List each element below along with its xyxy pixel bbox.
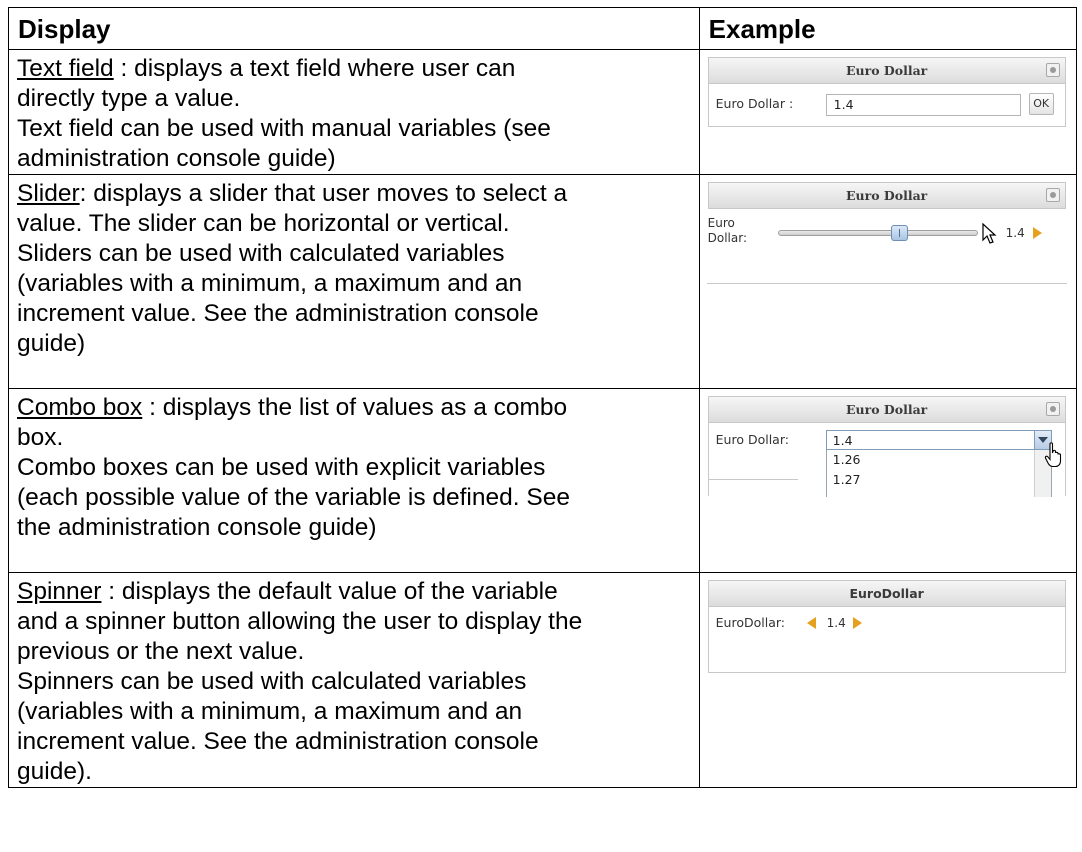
combo-box-selected-value: 1.4 [832,433,853,448]
slider-widget-title: Euro Dollar [846,188,928,203]
spinner-name: Spinner [17,578,102,605]
text-field-desc-line-1: : displays a text field where user can [113,55,516,82]
gear-icon[interactable] [1045,63,1060,77]
combo-box-row: Combo box : displays the list of values … [8,388,1078,573]
slider-desc-line-5: increment value. See the administration … [17,300,539,327]
mouse-pointer-icon [982,223,997,244]
example-column-header: Example [698,7,1078,50]
slider-track[interactable] [777,230,978,236]
combo-box-label: Euro Dollar: [715,432,789,447]
combo-box-widget-title: Euro Dollar [846,402,928,417]
next-value-icon[interactable] [852,617,862,629]
text-field-desc-line-3: Text field can be used with manual varia… [17,115,551,142]
slider-description: Slider: displays a slider that user move… [8,174,700,389]
slider-thumb[interactable] [891,225,909,241]
combo-box-desc-line-1: : displays the list of values as a combo [142,394,568,421]
slider-desc-line-1: : displays a slider that user moves to s… [79,180,568,207]
slider-name: Slider [17,180,80,207]
spinner-desc-line-1: : displays the default value of the vari… [101,578,558,605]
slider-widget: Euro Dollar Euro Dollar: 1.4 [706,182,1067,284]
display-column-header: Display [8,7,700,50]
slider-desc-line-3: Sliders can be used with calculated vari… [17,240,505,267]
gear-icon[interactable] [1045,402,1060,416]
header-row: Display Example [8,7,1078,50]
spinner-desc-line-3: previous or the next value. [17,638,305,665]
text-field-widget: Euro Dollar Euro Dollar : 1.4 OK [707,57,1066,127]
combo-box-widget: Euro Dollar Euro Dollar: 1.4 1.26 1.27 [707,396,1066,497]
spinner-value: 1.4 [826,616,846,630]
spinner-label: EuroDollar: [715,615,785,630]
spinner-description: Spinner : displays the default value of … [8,572,700,788]
ok-button[interactable]: OK [1028,93,1054,115]
slider-panel-divider [706,283,1067,284]
slider-label: Euro Dollar: [707,216,748,245]
text-field-description: Text field : displays a text field where… [8,49,700,175]
spinner-desc-line-4: Spinners can be used with calculated var… [17,668,527,695]
spinner-desc-line-7: guide). [17,758,92,785]
spinner-widget-title: EuroDollar [849,586,924,601]
euro-dollar-combo-box[interactable]: 1.4 [825,430,1052,450]
text-field-desc-line-4: administration console guide) [17,145,336,172]
combo-option[interactable]: 1.26 [827,450,1051,470]
text-field-desc-line-2: directly type a value. [17,85,241,112]
slider-row: Slider: displays a slider that user move… [8,174,1078,389]
slider-value: 1.4 [1005,226,1025,240]
display-types-table: Display Example Text field : displays a … [8,7,1078,788]
combo-box-example-cell: Euro Dollar Euro Dollar: 1.4 1.26 1.27 [698,388,1078,573]
text-field-name: Text field [17,55,114,82]
gear-icon[interactable] [1045,188,1060,202]
slider-example-cell: Euro Dollar Euro Dollar: 1.4 [698,174,1078,389]
text-field-widget-title: Euro Dollar [846,63,928,78]
text-field-row: Text field : displays a text field where… [8,49,1078,175]
spinner-example-cell: EuroDollar EuroDollar: 1.4 [698,572,1078,788]
euro-dollar-text-input[interactable]: 1.4 [825,94,1021,116]
combo-box-desc-line-3: Combo boxes can be used with explicit va… [17,454,546,481]
combo-box-dropdown-list: 1.26 1.27 [825,450,1052,497]
hand-pointer-icon [1044,442,1061,468]
combo-panel-divider [707,479,798,480]
spinner-desc-line-6: increment value. See the administration … [17,728,539,755]
previous-value-icon[interactable] [806,617,816,629]
slider-desc-line-4: (variables with a minimum, a maximum and… [17,270,523,297]
combo-box-desc-line-4: (each possible value of the variable is … [17,484,570,511]
spinner-desc-line-2: and a spinner button allowing the user t… [17,608,583,635]
combo-box-name: Combo box [17,394,143,421]
combo-box-description: Combo box : displays the list of values … [8,388,700,573]
spinner-widget: EuroDollar EuroDollar: 1.4 [707,580,1066,673]
spinner-row: Spinner : displays the default value of … [8,572,1078,788]
combo-box-desc-line-2: box. [17,424,64,451]
slider-desc-line-2: value. The slider can be horizontal or v… [17,210,510,237]
combo-box-desc-line-5: the administration console guide) [17,514,377,541]
next-value-icon[interactable] [1032,227,1042,239]
text-field-example-cell: Euro Dollar Euro Dollar : 1.4 OK [698,49,1078,175]
combo-option[interactable]: 1.27 [827,470,1051,490]
spinner-desc-line-5: (variables with a minimum, a maximum and… [17,698,523,725]
slider-desc-line-6: guide) [17,330,86,357]
text-field-label: Euro Dollar : [715,96,794,111]
